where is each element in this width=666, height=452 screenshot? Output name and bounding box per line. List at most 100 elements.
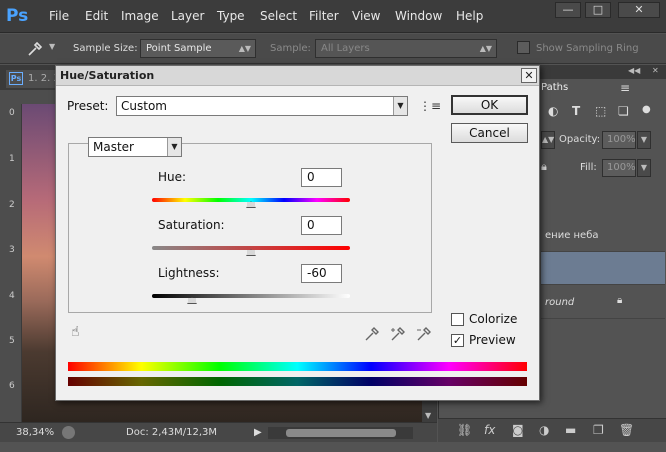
dropdown-arrow-icon: ▼ [393,97,407,115]
add-mask-icon[interactable]: ◙ [512,423,524,437]
layer-row-selected[interactable] [541,252,665,285]
select-arrows-icon: ▲▼ [238,44,251,53]
menu-file[interactable]: File [49,9,69,23]
filter-smart-object-icon[interactable]: ❏ [618,104,629,118]
hue-slider-thumb[interactable] [246,201,256,208]
sample-size-select[interactable]: Point Sample ▲▼ [140,39,256,58]
saturation-label: Saturation: [158,218,225,232]
preset-select[interactable]: Custom ▼ [116,96,408,116]
hue-label: Hue: [158,170,187,184]
panel-menu-icon[interactable]: ≡ [620,81,630,95]
dialog-title-bar[interactable]: Hue/Saturation [56,66,539,86]
minimize-button[interactable]: — [555,2,581,18]
scroll-down-icon[interactable]: ▼ [425,411,431,420]
channel-value: Master [93,140,134,154]
menu-help[interactable]: Help [456,9,483,23]
adjustment-group [68,143,432,313]
tab-paths[interactable]: Paths [541,82,568,93]
ok-button[interactable]: OK [451,95,528,115]
filter-shape-icon[interactable]: ⬚ [595,104,606,118]
sample-size-label: Sample Size: [73,43,138,54]
opacity-input[interactable]: 100% [602,131,636,149]
saturation-slider-thumb[interactable] [246,249,256,256]
saturation-input[interactable]: 0 [301,216,342,235]
eyedropper-tool-icon[interactable] [26,40,44,58]
new-layer-icon[interactable]: ❐ [593,423,604,437]
close-window-button[interactable]: ✕ [618,2,660,18]
preview-checkbox[interactable]: ✓ [451,334,464,347]
menu-filter[interactable]: Filter [309,9,339,23]
ruler-mark: 3 [9,245,15,255]
fill-input[interactable]: 100% [602,159,636,177]
new-group-icon[interactable]: ▬ [565,423,576,437]
dropdown-arrow-icon: ▼ [167,138,181,156]
preview-label: Preview [469,333,516,347]
filter-toggle-icon[interactable]: ● [642,104,651,115]
sample-value: All Layers [321,43,370,54]
adjustment-layer-icon[interactable]: ◑ [539,423,549,437]
layer-name: ение неба [545,230,599,241]
dialog-title: Hue/Saturation [60,69,155,82]
sample-select[interactable]: All Layers ▲▼ [315,39,497,58]
menu-select[interactable]: Select [260,9,297,23]
hue-input[interactable]: 0 [301,168,342,187]
status-menu-arrow-icon[interactable]: ▶ [254,427,262,438]
output-color-bar [68,377,527,386]
menu-edit[interactable]: Edit [85,9,108,23]
preset-value: Custom [121,99,167,113]
preset-label: Preset: [67,99,109,113]
lightness-slider-thumb[interactable] [187,297,197,304]
filter-adjustment-icon[interactable]: ◐ [548,104,558,118]
lightness-slider-track[interactable] [152,294,350,298]
sample-size-value: Point Sample [146,43,212,54]
menu-layer[interactable]: Layer [171,9,204,23]
opacity-label: Opacity: [559,134,601,145]
horizontal-scroll-thumb[interactable] [286,429,396,437]
menu-image[interactable]: Image [121,9,159,23]
doc-size-info: Doc: 2,43M/12,3M [126,427,218,438]
layer-row[interactable]: ение неба [541,219,665,252]
menu-window[interactable]: Window [395,9,442,23]
filter-type-icon[interactable]: T [572,104,580,118]
ps-document-icon: Ps [9,72,23,85]
layer-lock-icon: 🔒︎ [617,295,623,306]
collapse-panels-icon[interactable]: ◀◀ [628,66,640,75]
targeted-adjustment-hand-icon[interactable]: ☝ [71,324,80,340]
show-sampling-ring-checkbox[interactable] [517,41,530,54]
fill-label: Fill: [580,162,597,173]
tool-preset-arrow-icon[interactable]: ▼ [49,42,55,51]
colorize-checkbox[interactable] [451,313,464,326]
dialog-close-button[interactable]: ✕ [521,68,537,83]
preset-options-icon[interactable]: ⋮≡ [419,99,441,113]
link-layers-icon[interactable]: ⛓ [457,423,472,437]
eyedropper-icon[interactable] [364,326,380,342]
delete-layer-icon[interactable]: 🗑︎ [619,423,634,437]
share-icon[interactable] [62,426,75,439]
ruler-mark: 4 [9,291,15,301]
opacity-arrow-icon[interactable]: ▼ [637,131,651,149]
lock-icon[interactable]: 🔒︎ [541,160,547,174]
menu-bar: Ps File Edit Image Layer Type Select Fil… [0,0,666,33]
channel-select[interactable]: Master ▼ [88,137,182,157]
ruler-mark: 1 [9,154,15,164]
lightness-input[interactable]: -60 [301,264,342,283]
menu-view[interactable]: View [352,9,380,23]
input-color-bar [68,362,527,371]
ruler-mark: 2 [9,200,15,210]
eyedropper-minus-icon[interactable] [416,326,432,342]
blend-mode-arrow-icon[interactable]: ▲▼ [541,131,555,149]
layer-style-icon[interactable]: fx [484,423,495,437]
colorize-label: Colorize [469,312,518,326]
eyedropper-plus-icon[interactable] [390,326,406,342]
cancel-button[interactable]: Cancel [451,123,528,143]
layer-row[interactable]: round 🔒︎ [541,286,665,319]
menu-type[interactable]: Type [217,9,245,23]
maximize-button[interactable]: □ [585,2,611,18]
zoom-level[interactable]: 38,34% [16,427,54,438]
vertical-ruler: 0 1 2 3 4 5 6 [0,104,22,422]
photoshop-logo: Ps [6,6,29,26]
close-panels-icon[interactable]: ✕ [652,66,659,75]
ruler-mark: 5 [9,336,15,346]
ruler-mark: 6 [9,381,15,391]
fill-arrow-icon[interactable]: ▼ [637,159,651,177]
